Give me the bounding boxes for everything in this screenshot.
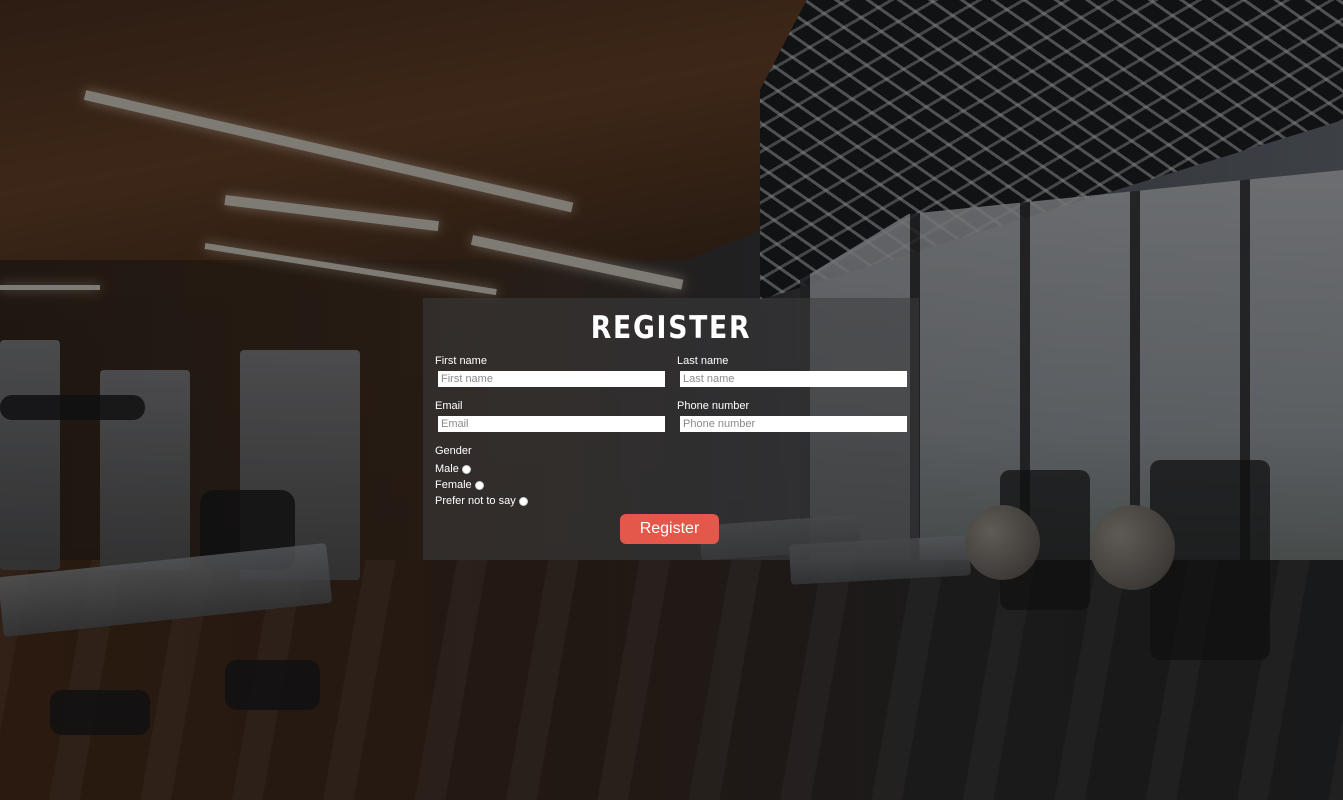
form-title: REGISTER [590,310,752,346]
first-name-input[interactable] [438,371,665,387]
gender-option-label: Prefer not to say [435,495,516,507]
gender-option-label: Male [435,463,459,475]
phone-input[interactable] [680,416,907,432]
gender-option-male: Male [435,461,528,477]
gender-option-female: Female [435,477,528,493]
gender-radio-prefer-not[interactable] [518,496,528,506]
email-group: Email [435,400,667,432]
register-page: REGISTER First name Last name Email Phon… [0,0,1343,800]
gender-group: Gender Male Female Prefer not to say [435,445,528,509]
email-input[interactable] [438,416,665,432]
first-name-label: First name [435,355,487,367]
gender-option-label: Female [435,479,472,491]
register-form: REGISTER First name Last name Email Phon… [423,298,919,560]
last-name-input[interactable] [680,371,907,387]
first-name-group: First name [435,355,667,387]
gender-radio-female[interactable] [474,480,484,490]
gender-label: Gender [435,445,472,457]
gender-option-prefer-not: Prefer not to say [435,493,528,509]
phone-label: Phone number [677,400,750,412]
email-label: Email [435,400,463,412]
register-button[interactable]: Register [620,514,719,544]
phone-group: Phone number [677,400,909,432]
last-name-label: Last name [677,355,729,367]
gender-radio-male[interactable] [461,464,471,474]
last-name-group: Last name [677,355,909,387]
